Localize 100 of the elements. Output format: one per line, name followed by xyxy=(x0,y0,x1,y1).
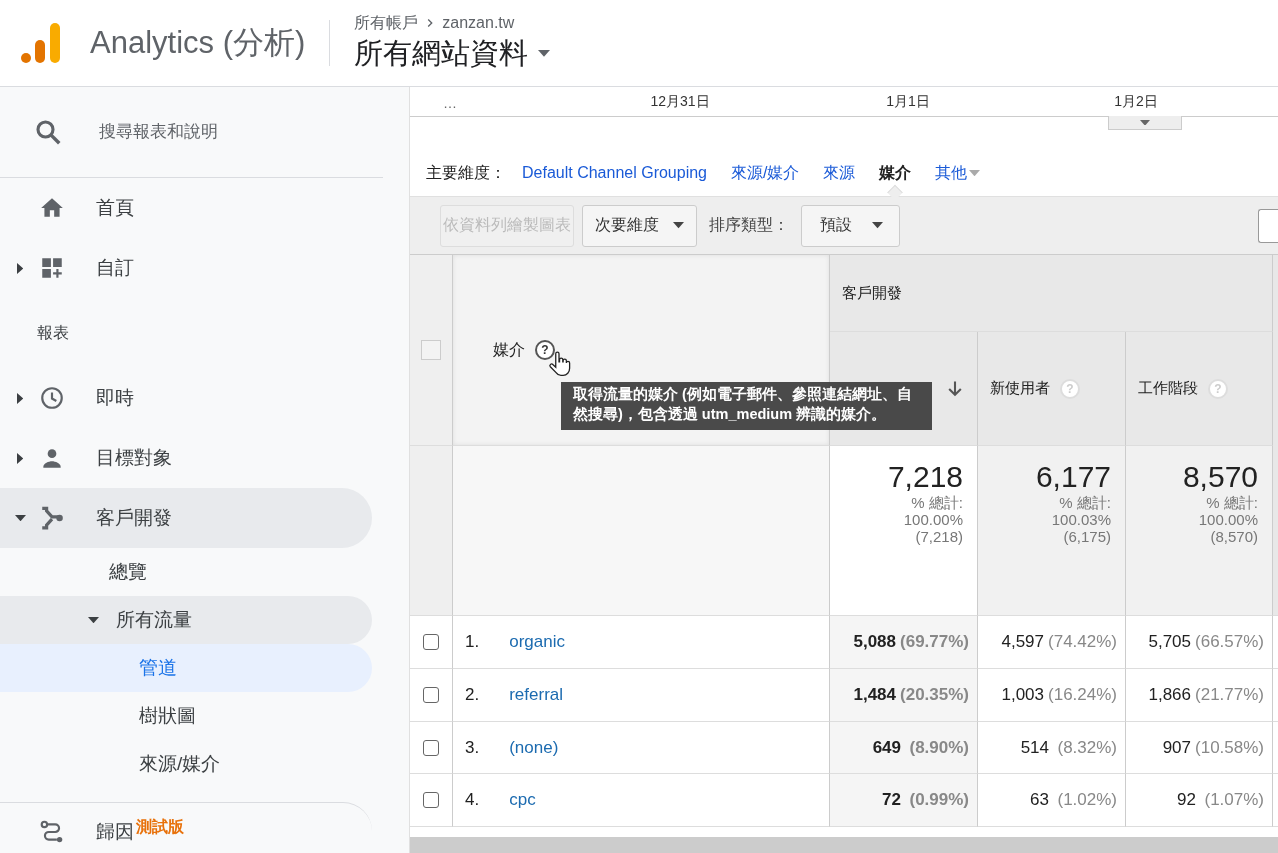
hand-cursor-icon xyxy=(546,349,572,379)
row-number: 2. xyxy=(465,685,480,705)
column-header[interactable]: 媒介 xyxy=(493,339,525,361)
clock-icon xyxy=(39,385,65,411)
caret-down-icon xyxy=(14,514,26,522)
nav-item[interactable]: 首頁 xyxy=(0,178,372,238)
axis-label: 1月1日 xyxy=(885,93,931,111)
table-cell: (20.35%) xyxy=(900,685,969,705)
table-cell: 1,484 xyxy=(853,685,896,705)
caret-down-icon xyxy=(1140,119,1150,126)
section-label: 報表 xyxy=(36,322,70,343)
row-number: 3. xyxy=(465,737,480,758)
column-header[interactable]: 工作階段 xyxy=(1138,379,1198,398)
breadcrumb-link[interactable]: zanzan.tw xyxy=(442,14,515,32)
total-value: 8,570 xyxy=(1182,460,1258,494)
select-all-checkbox[interactable] xyxy=(421,340,441,360)
total-value: 6,177 xyxy=(1035,460,1111,494)
row-checkbox[interactable] xyxy=(423,739,439,756)
nav-item[interactable]: 所有流量 xyxy=(0,596,372,644)
table-cell: (69.77%) xyxy=(900,632,969,652)
medium-link[interactable]: referral xyxy=(509,685,564,705)
route-icon xyxy=(39,818,65,845)
group-header: 客戶開發 xyxy=(830,255,1273,332)
total-count: (6,175) xyxy=(1063,528,1111,545)
table-cell: (21.77%) xyxy=(1195,685,1264,705)
caret-down-icon xyxy=(872,222,883,229)
total-count: (8,570) xyxy=(1210,528,1258,545)
table-cell: (74.42%) xyxy=(1048,632,1117,652)
collapse-tab[interactable] xyxy=(1108,116,1182,130)
row-number: 4. xyxy=(465,790,480,810)
tooltip: 取得流量的媒介 (例如電子郵件、參照連結網址、自然搜尋)，包含透過 utm_medium 辨識的媒介。 xyxy=(561,382,932,430)
filter-field[interactable] xyxy=(1258,208,1278,243)
nav-item[interactable]: 目標對象 xyxy=(0,428,372,488)
total-value: 7,218 xyxy=(887,460,963,494)
sort-dropdown[interactable]: 預設 xyxy=(801,204,900,247)
sort-label: 排序類型： xyxy=(709,215,789,235)
dimension-tab[interactable]: 其他 xyxy=(935,162,981,184)
row-checkbox[interactable] xyxy=(423,687,439,703)
total-caption: % 總計: xyxy=(1206,494,1258,511)
axis-label: 12月31日 xyxy=(649,93,711,111)
table-cell: 63 xyxy=(1030,790,1049,810)
nav-item[interactable]: 客戶開發 xyxy=(0,488,372,548)
caret-down-icon xyxy=(88,616,99,624)
total-caption: % 總計: xyxy=(1059,494,1111,511)
caret-down-icon xyxy=(969,169,981,177)
table-cell: 5,705 xyxy=(1148,632,1191,652)
total-percent: 100.03% xyxy=(1051,511,1111,528)
dimension-tab[interactable]: 媒介 xyxy=(879,162,912,184)
total-caption: % 總計: xyxy=(911,494,963,511)
search-icon xyxy=(33,117,63,147)
total-percent: 100.00% xyxy=(1198,511,1258,528)
table-cell: 1,866 xyxy=(1148,685,1191,705)
dimension-label: 主要維度： xyxy=(426,162,506,183)
nav-item[interactable]: 即時 xyxy=(0,368,372,428)
caret-right-icon xyxy=(16,262,24,274)
table-cell: 1,003 xyxy=(1001,685,1044,705)
row-number: 1. xyxy=(465,632,480,652)
medium-link[interactable]: (none) xyxy=(509,737,559,758)
medium-link[interactable]: organic xyxy=(509,632,565,652)
beta-label: 測試版 xyxy=(136,817,184,837)
branch-icon xyxy=(39,505,65,531)
nav-item[interactable]: 管道 xyxy=(0,644,372,692)
dashboard-icon xyxy=(39,255,65,281)
table-cell: 4,597 xyxy=(1001,632,1044,652)
table-cell-text: (1.07%) xyxy=(1203,790,1264,810)
nav-item[interactable]: 自訂 xyxy=(0,238,372,298)
nav-item[interactable]: 總覽 xyxy=(0,548,372,596)
row-checkbox[interactable] xyxy=(423,792,439,808)
table-cell-text: (1.02%) xyxy=(1056,790,1117,810)
medium-link[interactable]: cpc xyxy=(509,790,536,810)
breadcrumb-link[interactable]: 所有帳戶 xyxy=(354,12,419,34)
table-cell: 72 xyxy=(882,790,901,810)
column-header[interactable]: 新使用者 xyxy=(990,379,1050,398)
help-button[interactable]: ? xyxy=(535,340,555,360)
table-cell: 649 xyxy=(872,737,901,758)
caret-right-icon xyxy=(16,392,24,404)
dimension-tab[interactable]: Default Channel Grouping xyxy=(522,164,707,182)
caret-down-icon xyxy=(673,222,684,229)
table-cell: 907 xyxy=(1162,737,1191,758)
search-field[interactable]: 搜尋報表和說明 xyxy=(97,121,361,143)
table-cell: (66.57%) xyxy=(1195,632,1264,652)
product-name: Analytics (分析) xyxy=(90,24,306,62)
dimension-tab[interactable]: 來源/媒介 xyxy=(731,162,800,184)
nav-item[interactable]: 樹狀圖 xyxy=(0,692,372,740)
axis-label: 1月2日 xyxy=(1113,93,1159,111)
total-percent: 100.00% xyxy=(903,511,963,528)
secondary-dimension-dropdown[interactable]: 次要維度 xyxy=(582,204,697,247)
row-checkbox[interactable] xyxy=(423,634,439,650)
table-cell-text: (0.99%) xyxy=(908,790,969,810)
caret-icon xyxy=(538,50,551,57)
dimension-tab[interactable]: 來源 xyxy=(823,162,856,184)
nav-item[interactable]: 來源/媒介 xyxy=(0,740,372,788)
view-selector[interactable]: 所有網站資料 xyxy=(354,33,551,74)
table-cell-text: (8.32%) xyxy=(1056,737,1117,758)
bar-chart-logo xyxy=(20,22,62,64)
table-cell: 92 xyxy=(1177,790,1196,810)
table-cell: 5,088 xyxy=(853,632,896,652)
total-count: (7,218) xyxy=(915,528,963,545)
table-cell: 514 xyxy=(1020,737,1049,758)
scrollbar[interactable] xyxy=(410,837,1278,853)
